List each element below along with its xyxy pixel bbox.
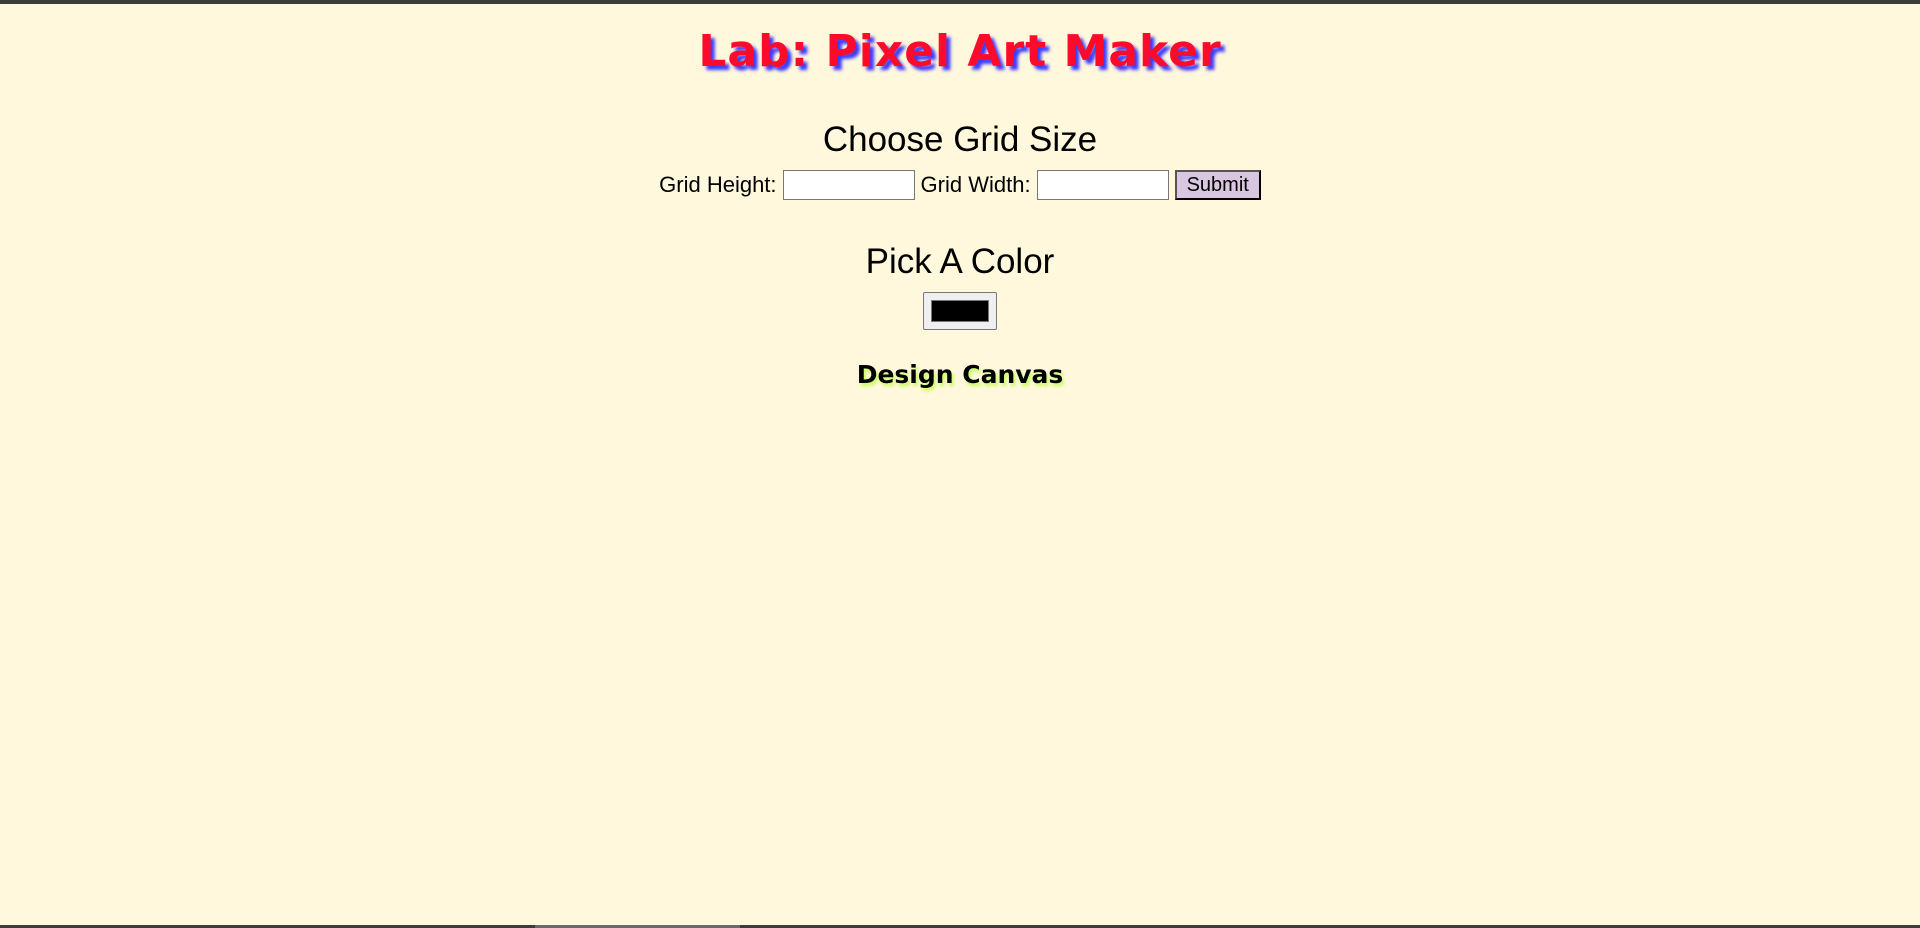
page-title: Lab: Pixel Art Maker — [698, 26, 1222, 77]
grid-height-input[interactable] — [782, 170, 915, 200]
color-picker-input[interactable] — [923, 292, 997, 330]
grid-width-input[interactable] — [1036, 170, 1169, 200]
grid-height-label: Grid Height: — [659, 172, 777, 197]
window-top-border — [0, 0, 1920, 4]
color-swatch — [931, 300, 989, 322]
submit-button[interactable]: Submit — [1174, 170, 1261, 200]
design-canvas-heading: Design Canvas — [856, 360, 1064, 389]
size-picker-form: Grid Height: Grid Width: Submit — [0, 170, 1920, 200]
grid-size-heading: Choose Grid Size — [822, 120, 1098, 159]
grid-width-label: Grid Width: — [920, 172, 1031, 197]
pick-color-heading: Pick A Color — [865, 242, 1055, 281]
